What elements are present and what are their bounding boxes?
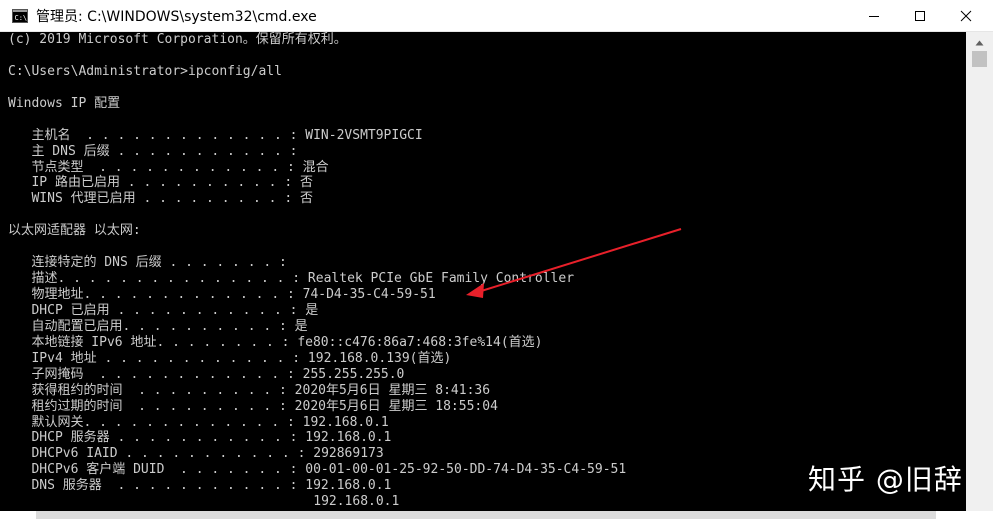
console-line: 获得租约的时间 . . . . . . . . . : 2020年5月6日 星期… bbox=[8, 382, 491, 398]
console-line: IP 路由已启用 . . . . . . . . . . : 否 bbox=[8, 175, 313, 191]
console-line: DHCPv6 客户端 DUID . . . . . . . : 00-01-00… bbox=[8, 462, 627, 478]
close-icon bbox=[960, 10, 972, 22]
console-line: Windows IP 配置 bbox=[8, 95, 121, 111]
vertical-scrollbar[interactable] bbox=[966, 32, 993, 519]
console-line: DHCPv6 IAID . . . . . . . . . . . : 2928… bbox=[8, 446, 384, 462]
console-line: DNS 服务器 . . . . . . . . . . . : 192.168.… bbox=[8, 478, 392, 494]
console-line: 本地链接 IPv6 地址. . . . . . . . : fe80::c476… bbox=[8, 334, 543, 350]
console-line: 自动配置已启用. . . . . . . . . . : 是 bbox=[8, 318, 308, 334]
console-line: IPv4 地址 . . . . . . . . . . . . : 192.16… bbox=[8, 350, 452, 366]
maximize-button[interactable] bbox=[897, 0, 943, 31]
minimize-button[interactable] bbox=[851, 0, 897, 31]
console-line: 节点类型 . . . . . . . . . . . . : 混合 bbox=[8, 159, 329, 175]
scroll-thumb[interactable] bbox=[972, 51, 987, 67]
console-line: 租约过期的时间 . . . . . . . . . : 2020年5月6日 星期… bbox=[8, 398, 498, 414]
console-line: (c) 2019 Microsoft Corporation。保留所有权利。 bbox=[8, 32, 347, 47]
console-line: WINS 代理已启用 . . . . . . . . . : 否 bbox=[8, 191, 313, 207]
console-line: DHCP 服务器 . . . . . . . . . . . : 192.168… bbox=[8, 430, 392, 446]
console-line: C:\Users\Administrator>ipconfig/all bbox=[8, 63, 282, 79]
console-lines: (c) 2019 Microsoft Corporation。保留所有权利。 C:… bbox=[8, 32, 626, 510]
console-line: 子网掩码 . . . . . . . . . . . . : 255.255.2… bbox=[8, 366, 405, 382]
cmd-window: C:\ 管理员: C:\WINDOWS\system32\cmd.exe (c)… bbox=[0, 0, 993, 519]
svg-text:C:\: C:\ bbox=[15, 14, 28, 22]
window-title: 管理员: C:\WINDOWS\system32\cmd.exe bbox=[36, 9, 317, 25]
console-line: DHCP 已启用 . . . . . . . . . . . : 是 bbox=[8, 302, 319, 318]
cmd-icon: C:\ bbox=[12, 8, 28, 23]
scroll-up-arrow-icon bbox=[975, 31, 984, 50]
console-line: 物理地址. . . . . . . . . . . . . : 74-D4-35… bbox=[8, 287, 436, 302]
close-button[interactable] bbox=[943, 0, 989, 31]
horizontal-scroll-track bbox=[36, 511, 936, 519]
console-line: 以太网适配器 以太网: bbox=[8, 223, 141, 239]
console-line: 192.168.0.1 bbox=[8, 494, 400, 510]
minimize-icon bbox=[868, 10, 880, 22]
console-line: 连接特定的 DNS 后缀 . . . . . . . : bbox=[8, 255, 287, 271]
console-line: 默认网关. . . . . . . . . . . . . : 192.168.… bbox=[8, 414, 389, 430]
scroll-up-button[interactable] bbox=[966, 32, 993, 49]
console-output[interactable]: (c) 2019 Microsoft Corporation。保留所有权利。 C:… bbox=[0, 32, 966, 519]
console-line: 主机名 . . . . . . . . . . . . . : WIN-2VSM… bbox=[8, 127, 423, 143]
title-bar[interactable]: C:\ 管理员: C:\WINDOWS\system32\cmd.exe bbox=[0, 0, 993, 32]
watermark: 知乎 @旧辞 bbox=[808, 463, 963, 496]
maximize-icon bbox=[914, 10, 926, 22]
console-line: 主 DNS 后缀 . . . . . . . . . . . : bbox=[8, 143, 298, 159]
console-line: 描述. . . . . . . . . . . . . . . : Realte… bbox=[8, 271, 575, 287]
